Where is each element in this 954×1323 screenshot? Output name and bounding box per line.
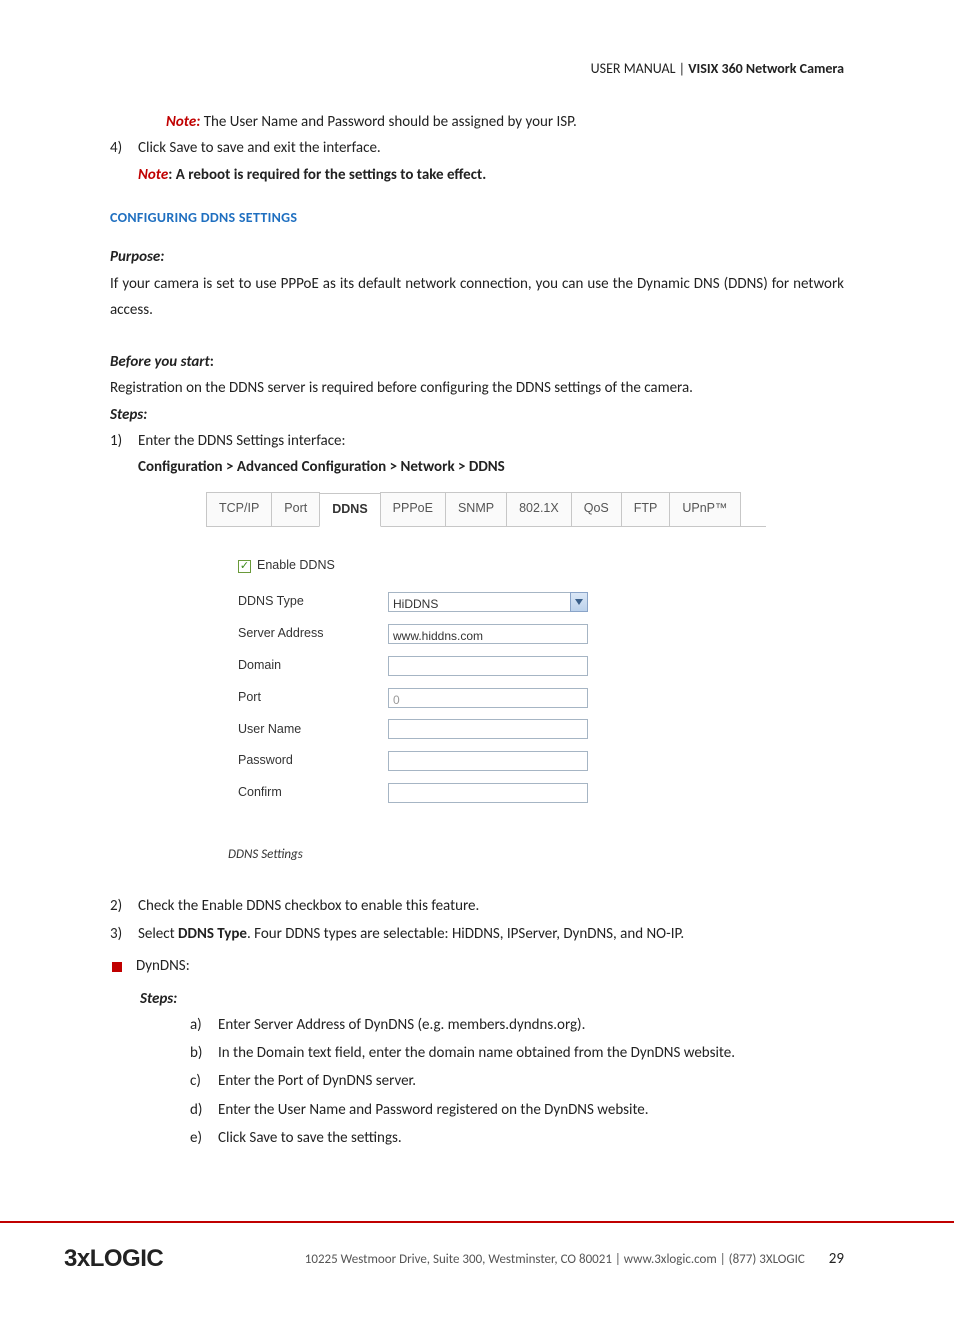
port-input[interactable]: 0 (388, 688, 588, 708)
substep-d: Enter the User Name and Password registe… (218, 1097, 844, 1123)
username-input[interactable] (388, 719, 588, 739)
substep-a: Enter Server Address of DynDNS (e.g. mem… (218, 1012, 844, 1038)
username-label: User Name (238, 719, 388, 741)
note-label: Note (138, 166, 168, 184)
step-4-text: Click Save to save and exit the interfac… (138, 135, 844, 161)
section-heading-ddns: CONFIGURING DDNS SETTINGS (110, 206, 844, 231)
note-label: Note: (166, 113, 200, 131)
steps-label: Steps: (110, 402, 844, 428)
confirm-label: Confirm (238, 782, 388, 804)
before-text: Registration on the DDNS server is requi… (110, 375, 844, 401)
step-4: Click Save to save and exit the interfac… (138, 135, 844, 188)
ddns-type-select[interactable]: HiDDNS (388, 592, 570, 612)
ddns-form: ✓ Enable DDNS DDNS Type HiDDNS Server Ad… (206, 527, 766, 822)
note-colon: : A reboot is required for the settings … (168, 166, 486, 184)
footer-address: 10225 Westmoor Drive, Suite 300, Westmin… (163, 1252, 805, 1267)
tab-pppoe[interactable]: PPPoE (380, 492, 446, 526)
step-3-pre: Select (138, 925, 178, 943)
tab-ddns[interactable]: DDNS (319, 493, 380, 527)
domain-input[interactable] (388, 656, 588, 676)
tab-8021x[interactable]: 802.1X (506, 492, 572, 526)
tab-tcpip[interactable]: TCP/IP (206, 492, 272, 526)
tab-bar: TCP/IP Port DDNS PPPoE SNMP 802.1X QoS F… (206, 492, 766, 527)
header-prefix: USER MANUAL | (591, 60, 689, 77)
footer-rule (0, 1221, 954, 1223)
brand-logo: 3xLOGIC (64, 1245, 163, 1273)
before-colon: : (210, 353, 214, 371)
before-you-start: Before you start: (110, 349, 844, 375)
server-address-label: Server Address (238, 623, 388, 645)
note-line: Note: The User Name and Password should … (166, 109, 844, 135)
step-3: Select DDNS Type. Four DDNS types are se… (138, 921, 844, 947)
screenshot-caption: DDNS Settings (228, 844, 844, 867)
server-address-input[interactable]: www.hiddns.com (388, 624, 588, 644)
password-label: Password (238, 750, 388, 772)
dyndns-label: DynDNS: (136, 953, 190, 979)
confirm-input[interactable] (388, 783, 588, 803)
port-label: Port (238, 687, 388, 709)
before-label: Before you start (110, 353, 210, 371)
tab-port[interactable]: Port (271, 492, 320, 526)
chevron-down-icon (575, 599, 583, 605)
page-number: 29 (829, 1250, 844, 1268)
purpose-text: If your camera is set to use PPPoE as it… (110, 271, 844, 324)
tab-qos[interactable]: QoS (571, 492, 622, 526)
step-3-post: . Four DDNS types are selectable: HiDDNS… (247, 925, 684, 943)
note-text: The User Name and Password should be ass… (200, 113, 576, 131)
ddns-type-label: DDNS Type (238, 591, 388, 613)
page-footer: 3xLOGIC 10225 Westmoor Drive, Suite 300,… (0, 1245, 954, 1323)
purpose-label: Purpose: (110, 244, 844, 270)
step-2: Check the Enable DDNS checkbox to enable… (138, 893, 844, 919)
ddns-ui-screenshot: TCP/IP Port DDNS PPPoE SNMP 802.1X QoS F… (206, 492, 766, 822)
substeps-label: Steps: (140, 986, 844, 1012)
domain-label: Domain (238, 655, 388, 677)
substep-c: Enter the Port of DynDNS server. (218, 1068, 844, 1094)
tab-upnp[interactable]: UPnP™ (669, 492, 740, 526)
password-input[interactable] (388, 751, 588, 771)
step-1-path: Configuration > Advanced Configuration >… (138, 454, 844, 480)
step-3-bold: DDNS Type (178, 925, 247, 943)
dyndns-bullet: DynDNS: (112, 953, 844, 979)
enable-ddns-checkbox[interactable]: ✓ (238, 560, 251, 573)
square-bullet-icon (112, 962, 122, 972)
step-4-note: Note: A reboot is required for the setti… (138, 162, 844, 188)
step-1: Enter the DDNS Settings interface: Confi… (138, 428, 844, 481)
step-1-text: Enter the DDNS Settings interface: (138, 428, 844, 454)
substep-e: Click Save to save the settings. (218, 1125, 844, 1151)
header-product: VISIX 360 Network Camera (688, 60, 844, 77)
ddns-type-dropdown-button[interactable] (570, 592, 588, 612)
substep-b: In the Domain text field, enter the doma… (218, 1040, 844, 1066)
page-header: USER MANUAL | VISIX 360 Network Camera (110, 60, 844, 77)
tab-snmp[interactable]: SNMP (445, 492, 507, 526)
tab-ftp[interactable]: FTP (621, 492, 671, 526)
enable-ddns-label: Enable DDNS (257, 555, 335, 577)
